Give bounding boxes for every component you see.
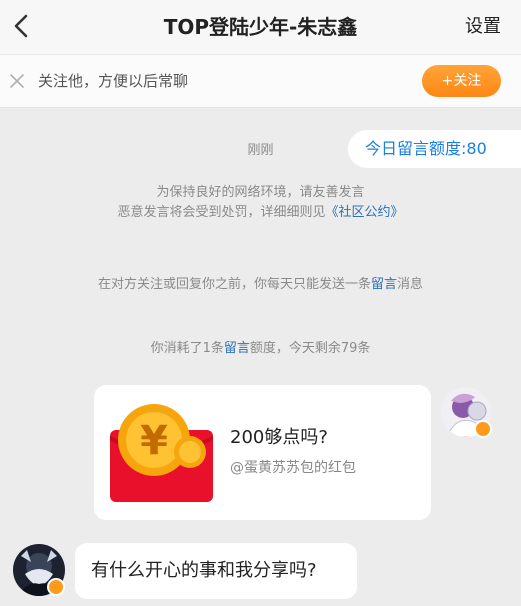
consumed-text: 你消耗了1条 <box>150 341 224 356</box>
notice-text: 消息 <box>397 277 424 292</box>
community-guidelines-link[interactable]: 《社区公约》 <box>326 205 404 220</box>
quota-consumed-notice: 你消耗了1条留言额度，今天剩余79条 <box>30 339 491 359</box>
follow-prompt-text: 关注他，方便以后常聊 <box>38 72 189 90</box>
policy-line: 恶意发言将会受到处罚，详细细则见《社区公约》 <box>40 203 481 223</box>
verified-badge-icon <box>47 578 65 596</box>
follow-prompt-bar: 关注他，方便以后常聊 +关注 <box>0 54 521 108</box>
yuan-symbol: ¥ <box>140 418 168 464</box>
notice-text: 在对方关注或回复你之前，你每天只能发送一条 <box>97 277 371 292</box>
message-link[interactable]: 留言 <box>224 341 250 356</box>
incoming-message-bubble[interactable]: 有什么开心的事和我分享吗? <box>75 543 357 599</box>
policy-line: 为保持良好的网络环境，请友善发言 <box>156 185 365 200</box>
follow-button[interactable]: +关注 <box>422 65 501 97</box>
close-icon[interactable] <box>7 71 27 91</box>
top-nav-bar: TOP登陆少年-朱志鑫 设置 <box>0 0 521 54</box>
red-packet-message[interactable]: ¥ 200够点吗? @蛋黄苏苏包的红包 <box>94 385 431 520</box>
message-link[interactable]: 留言 <box>371 277 397 292</box>
red-packet-title: 200够点吗? <box>230 427 328 448</box>
page-title: TOP登陆少年-朱志鑫 <box>163 15 358 39</box>
verified-badge-icon <box>474 420 492 438</box>
red-envelope-icon: ¥ <box>110 404 213 502</box>
settings-button[interactable]: 设置 <box>465 14 501 40</box>
message-timestamp: 刚刚 <box>247 143 274 158</box>
back-arrow-icon[interactable] <box>6 8 38 44</box>
community-policy-notice: 为保持良好的网络环境，请友善发言 恶意发言将会受到处罚，详细细则见《社区公约》 <box>40 183 481 223</box>
consumed-text: 额度，今天剩余79条 <box>249 341 371 356</box>
red-packet-subtitle: @蛋黄苏苏包的红包 <box>230 460 356 476</box>
daily-limit-notice: 在对方关注或回复你之前，你每天只能发送一条留言消息 <box>30 275 491 295</box>
policy-line-text: 恶意发言将会受到处罚，详细细则见 <box>117 205 326 220</box>
